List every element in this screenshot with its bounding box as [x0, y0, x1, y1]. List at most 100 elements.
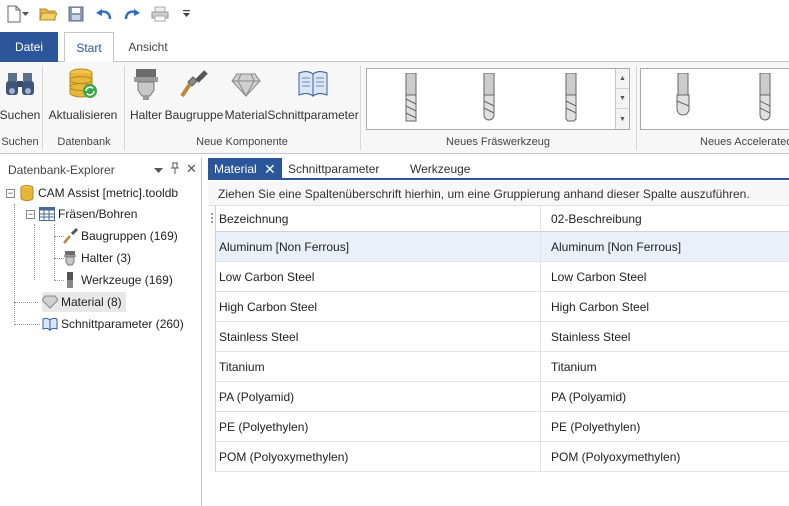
endmill-tool-icon[interactable]: [401, 73, 421, 123]
grid-header: Bezeichnung 02-Beschreibung: [208, 206, 789, 232]
open-icon[interactable]: [38, 4, 58, 24]
tree-item-assemblies[interactable]: Baugruppen (169): [62, 226, 178, 246]
table-row[interactable]: Titanium Titanium: [208, 352, 789, 382]
explorer-header: Datenbank-Explorer ✕: [0, 158, 201, 182]
ballmill-tool-icon[interactable]: [479, 73, 499, 123]
ribbon: Suchen Aktualisieren Halter Baugruppe Ma…: [0, 62, 789, 154]
print-icon[interactable]: [150, 4, 170, 24]
cell-description[interactable]: Titanium: [541, 352, 789, 382]
assembly-button[interactable]: Baugruppe: [165, 66, 223, 122]
column-header-description[interactable]: 02-Beschreibung: [541, 206, 789, 232]
cell-description[interactable]: High Carbon Steel: [541, 292, 789, 322]
cell-description[interactable]: POM (Polyoxymethylen): [541, 442, 789, 472]
tree-item-holders[interactable]: Halter (3): [62, 248, 131, 268]
table-row[interactable]: Low Carbon Steel Low Carbon Steel: [208, 262, 789, 292]
customize-icon[interactable]: [180, 4, 194, 24]
tree-item-material[interactable]: Material (8): [42, 292, 126, 312]
table-row[interactable]: PA (Polyamid) PA (Polyamid): [208, 382, 789, 412]
cell-description[interactable]: PE (Polyethylen): [541, 412, 789, 442]
close-tab-icon[interactable]: ✕: [264, 158, 276, 180]
cell-name[interactable]: High Carbon Steel: [208, 292, 541, 322]
document-tabs: Material ✕ Schnittparameter Werkzeuge: [208, 158, 789, 180]
refresh-button[interactable]: Aktualisieren: [49, 66, 117, 122]
group-label-new-component: Neue Komponente: [196, 136, 288, 148]
ribbon-tabs: Datei Start Ansicht: [0, 28, 789, 63]
accelerated-tool-2-icon[interactable]: [755, 73, 775, 123]
cell-name[interactable]: PE (Polyethylen): [208, 412, 541, 442]
tab-cutparams[interactable]: Schnittparameter: [288, 158, 379, 180]
holder-label: Halter: [130, 108, 163, 122]
assembly-icon: [177, 66, 211, 102]
cell-description[interactable]: Low Carbon Steel: [541, 262, 789, 292]
save-icon[interactable]: [66, 4, 86, 24]
tree-line: [34, 224, 35, 280]
diamond-icon: [42, 294, 58, 310]
table-row[interactable]: POM (Polyoxymethylen) POM (Polyoxymethyl…: [208, 442, 789, 472]
tree-label: Baugruppen (169): [81, 229, 178, 243]
search-button[interactable]: Suchen: [0, 66, 40, 122]
gallery-up-icon[interactable]: ▲: [616, 69, 629, 89]
new-dropdown-icon[interactable]: [20, 4, 30, 24]
tree-item-root[interactable]: − CAM Assist [metric].tooldb: [6, 183, 178, 203]
tree-line: [14, 302, 38, 303]
quick-access-toolbar: [0, 0, 789, 28]
group-separator: [42, 66, 43, 150]
tab-material[interactable]: Material ✕: [208, 158, 282, 180]
tool-icon: [62, 272, 78, 288]
cell-description[interactable]: Stainless Steel: [541, 322, 789, 352]
refresh-label: Aktualisieren: [48, 108, 118, 122]
collapse-icon[interactable]: −: [6, 188, 15, 198]
tree-label: Halter (3): [81, 251, 132, 265]
collapse-icon[interactable]: −: [26, 209, 35, 219]
cell-name[interactable]: Low Carbon Steel: [208, 262, 541, 292]
accelerated-tool-1-icon[interactable]: [673, 73, 693, 123]
table-row[interactable]: High Carbon Steel High Carbon Steel: [208, 292, 789, 322]
diamond-icon: [229, 66, 263, 102]
table-row[interactable]: PE (Polyethylen) PE (Polyethylen): [208, 412, 789, 442]
tree-item-cutparams[interactable]: Schnittparameter (260): [42, 314, 184, 334]
material-label: Material: [224, 108, 268, 122]
close-panel-icon[interactable]: ✕: [186, 161, 197, 177]
group-label-search: Suchen: [1, 136, 39, 148]
tab-file[interactable]: Datei: [0, 32, 58, 62]
mill-tool-gallery[interactable]: ▲ ▼ ▼: [366, 68, 630, 130]
tree-label: Werkzeuge (169): [81, 273, 173, 287]
column-header-name[interactable]: Bezeichnung: [208, 206, 541, 232]
tab-tools[interactable]: Werkzeuge: [410, 158, 470, 180]
table-icon: [39, 206, 55, 222]
holder-button[interactable]: Halter: [130, 66, 162, 122]
redo-icon[interactable]: [122, 4, 142, 24]
cell-name[interactable]: Titanium: [208, 352, 541, 382]
panel-menu-icon[interactable]: [154, 165, 163, 177]
bullnose-tool-icon[interactable]: [561, 73, 581, 123]
cell-name[interactable]: Stainless Steel: [208, 322, 541, 352]
tree-item-tools[interactable]: Werkzeuge (169): [62, 270, 173, 290]
table-row[interactable]: Stainless Steel Stainless Steel: [208, 322, 789, 352]
material-button[interactable]: Material: [225, 66, 267, 122]
tab-view[interactable]: Ansicht: [120, 32, 176, 62]
gallery-scrollbar[interactable]: ▲ ▼ ▼: [615, 69, 629, 129]
database-refresh-icon: [66, 66, 100, 102]
database-icon: [19, 185, 35, 201]
holder-icon: [129, 66, 163, 102]
tree-item-mill[interactable]: − Fräsen/Bohren: [26, 204, 137, 224]
group-by-panel[interactable]: Ziehen Sie eine Spaltenüberschrift hierh…: [208, 182, 789, 206]
cell-description[interactable]: PA (Polyamid): [541, 382, 789, 412]
cell-description[interactable]: Aluminum [Non Ferrous]: [541, 232, 789, 262]
cell-name[interactable]: POM (Polyoxymethylen): [208, 442, 541, 472]
pin-icon[interactable]: [170, 162, 180, 177]
gallery-expand-icon[interactable]: ▼: [616, 109, 629, 129]
tree-line: [14, 204, 15, 322]
undo-icon[interactable]: [94, 4, 114, 24]
table-row[interactable]: Aluminum [Non Ferrous] Aluminum [Non Fer…: [208, 232, 789, 262]
gallery-down-icon[interactable]: ▼: [616, 89, 629, 109]
cutparams-button[interactable]: Schnittparameter: [267, 66, 359, 122]
tab-start[interactable]: Start: [64, 32, 114, 63]
cell-name[interactable]: PA (Polyamid): [208, 382, 541, 412]
accelerated-tool-gallery[interactable]: [640, 68, 789, 130]
group-separator: [360, 66, 361, 150]
database-explorer-panel: Datenbank-Explorer ✕ − CAM Assist [metri…: [0, 158, 202, 506]
cell-name[interactable]: Aluminum [Non Ferrous]: [208, 232, 541, 262]
group-label-new-mill-tool: Neues Fräswerkzeug: [446, 136, 550, 148]
cutparams-label: Schnittparameter: [267, 108, 359, 122]
